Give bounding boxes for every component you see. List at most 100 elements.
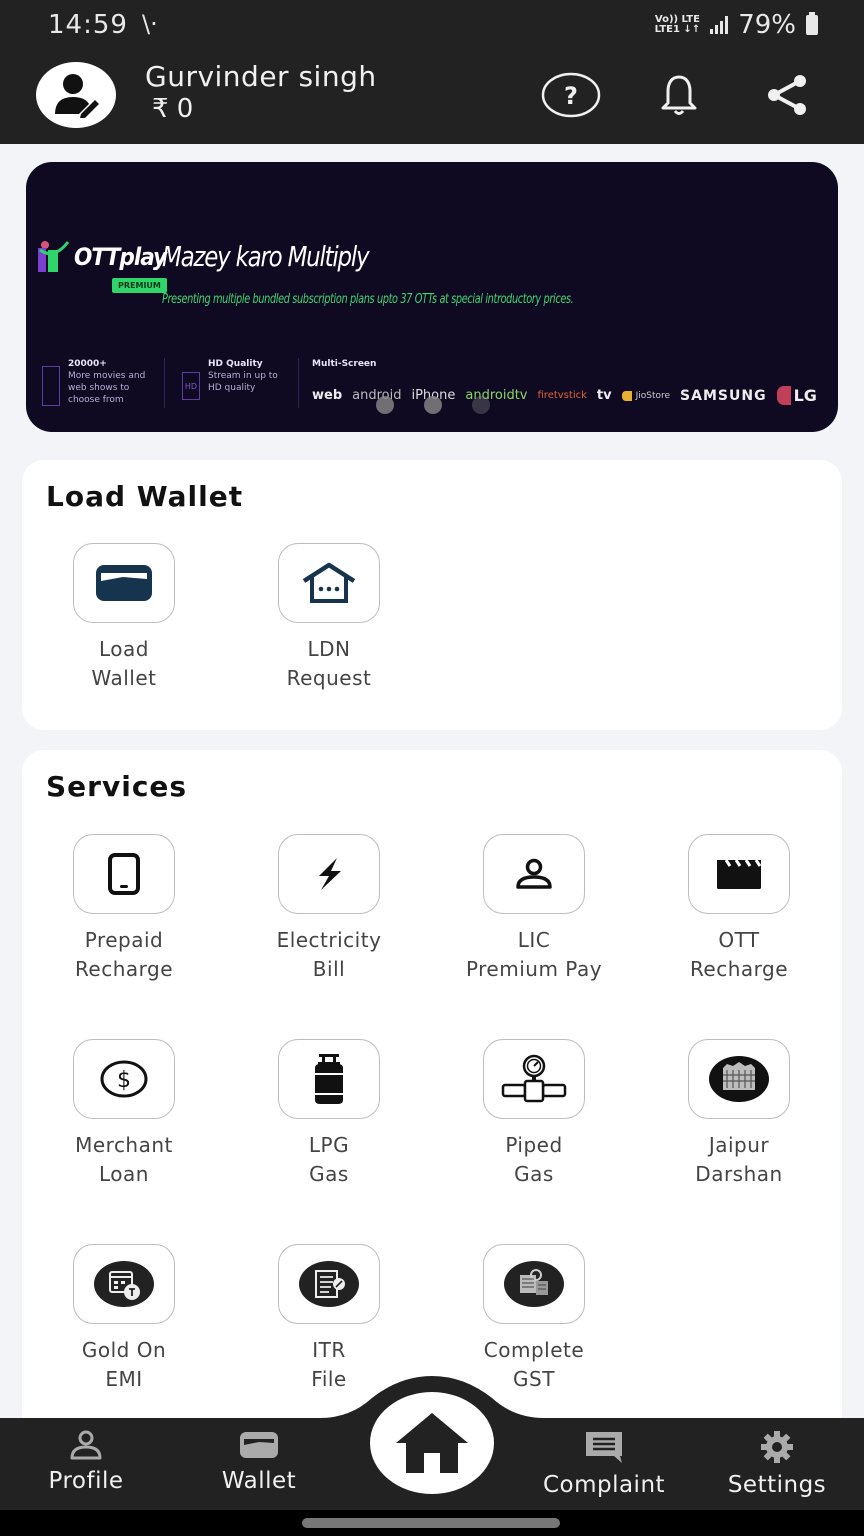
nav-label: Wallet: [221, 1468, 297, 1494]
tile-icon-box: [688, 1039, 790, 1119]
feature-title: Multi-Screen: [312, 359, 377, 369]
lightning-icon: [319, 858, 341, 890]
status-bar: 14:59 \· Vo)) LTE LTE1 ↓↑ 79%: [0, 0, 864, 52]
avatar[interactable]: [36, 62, 116, 128]
wallet-balance: ₹ 0: [152, 94, 194, 124]
nav-profile[interactable]: Profile: [16, 1430, 156, 1494]
battery-icon: [806, 12, 818, 35]
tile-itr-file[interactable]: ITR File: [249, 1244, 409, 1394]
tile-ldn-request[interactable]: LDN Request: [249, 543, 409, 693]
tile-icon-box: [73, 834, 175, 914]
tile-label: OTT Recharge: [689, 928, 789, 981]
tile-label: Piped Gas: [505, 1133, 563, 1186]
feature-divider: [164, 358, 165, 408]
tile-merchant-loan[interactable]: $ Merchant Loan: [44, 1039, 204, 1189]
tile-lic-premium-pay[interactable]: LIC Premium Pay: [454, 834, 614, 984]
network-type-icon: Vo)) LTE LTE1 ↓↑: [655, 15, 701, 35]
tile-prepaid-recharge[interactable]: Prepaid Recharge: [44, 834, 204, 984]
tile-icon-box: $: [73, 1039, 175, 1119]
tile-ott-recharge[interactable]: OTT Recharge: [659, 834, 819, 984]
help-button[interactable]: ?: [541, 70, 601, 120]
carousel-dot[interactable]: [376, 396, 394, 414]
tax-document-icon: [299, 1261, 359, 1307]
platform-jiostore: JioStore: [621, 390, 670, 401]
user-edit-icon: [55, 74, 99, 118]
feature-title: HD Quality: [208, 359, 263, 369]
tile-jaipur-darshan[interactable]: Jaipur Darshan: [659, 1039, 819, 1189]
tile-lpg-gas[interactable]: LPG Gas: [249, 1039, 409, 1189]
status-indicators: Vo)) LTE LTE1 ↓↑ 79%: [655, 10, 818, 40]
tile-label: Electricity Bill: [276, 928, 382, 981]
help-icon: ?: [541, 72, 601, 118]
nav-home-button[interactable]: [370, 1392, 494, 1494]
nav-complaint[interactable]: Complaint: [534, 1430, 674, 1498]
tile-label: Merchant Loan: [75, 1133, 173, 1186]
nav-wallet[interactable]: Wallet: [189, 1430, 329, 1494]
battery-percent: 79%: [738, 10, 796, 40]
clapperboard-icon: [717, 859, 762, 889]
carousel-dots: [376, 396, 490, 414]
services-title: Services: [46, 770, 188, 803]
gesture-home-indicator[interactable]: [302, 1518, 560, 1528]
nav-settings[interactable]: Settings: [707, 1430, 847, 1498]
wallet-card-icon: [96, 565, 152, 601]
notification-bell-icon: [661, 75, 697, 115]
notifications-button[interactable]: [649, 70, 709, 120]
feature-title: 20000+: [68, 359, 107, 369]
network-label-bottom: LTE1 ↓↑: [654, 24, 701, 35]
profile-icon: [70, 1430, 102, 1460]
tile-label: LIC Premium Pay: [465, 928, 603, 981]
tile-label: Prepaid Recharge: [74, 928, 174, 981]
tile-complete-gst[interactable]: Complete GST: [454, 1244, 614, 1394]
feature-divider: [298, 358, 299, 408]
tile-label: Load Wallet: [91, 637, 157, 690]
tile-icon-box: [688, 834, 790, 914]
load-wallet-card: Load Wallet Load Wallet LDN Request: [22, 460, 842, 730]
load-wallet-title: Load Wallet: [46, 480, 244, 513]
feature-text: More movies and web shows to choose from: [68, 371, 146, 405]
hawa-mahal-icon: [709, 1056, 769, 1102]
services-card: Services Prepaid Recharge Electricity Bi…: [22, 750, 842, 1450]
tile-icon-box: [278, 1244, 380, 1324]
carousel-dot[interactable]: [424, 396, 442, 414]
banner-title: Mazey karo Multiply: [162, 240, 370, 273]
tile-label: Gold On EMI: [81, 1338, 167, 1391]
status-time: 14:59: [48, 10, 128, 40]
platform-lg: LG: [776, 386, 817, 405]
nav-label: Profile: [48, 1468, 124, 1494]
ottplay-logo: OTTplay: [36, 238, 167, 276]
gas-cylinder-icon: [315, 1054, 343, 1104]
share-icon: [768, 75, 806, 115]
svg-text:?: ?: [564, 82, 578, 110]
hd-icon: HD: [182, 372, 200, 400]
tile-icon-box: [278, 834, 380, 914]
wallet-icon: [240, 1432, 278, 1458]
gas-pipe-gauge-icon: [501, 1054, 567, 1103]
house-icon: [302, 562, 356, 603]
carousel-dot[interactable]: [472, 396, 490, 414]
share-button[interactable]: [757, 70, 817, 120]
tile-icon-box: [73, 543, 175, 623]
gst-calculator-icon: [504, 1261, 564, 1307]
feature-hd-quality: HD Quality Stream in up to HD quality: [208, 358, 288, 394]
tile-gold-on-emi[interactable]: Gold On EMI: [44, 1244, 204, 1394]
platform-firetvstick: firetvstick: [537, 390, 587, 401]
tile-label: LPG Gas: [308, 1133, 350, 1186]
tile-piped-gas[interactable]: Piped Gas: [454, 1039, 614, 1189]
tile-load-wallet[interactable]: Load Wallet: [44, 543, 204, 693]
premium-badge: PREMIUM: [112, 278, 167, 293]
settings-gear-icon: [761, 1431, 793, 1463]
svg-text:$: $: [117, 1068, 131, 1093]
app-header: Gurvinder singh ₹ 0 ?: [0, 52, 864, 144]
banner-subtitle: Presenting multiple bundled subscription…: [162, 292, 574, 307]
home-icon: [396, 1413, 468, 1473]
feature-multi-screen: Multi-Screen: [312, 358, 376, 370]
tile-icon-box: [483, 1039, 585, 1119]
popcorn-icon: [42, 366, 60, 406]
promo-banner-ottplay[interactable]: OTTplay PREMIUM Mazey karo Multiply Pres…: [26, 162, 838, 432]
tile-icon-box: [278, 543, 380, 623]
tile-icon-box: [278, 1039, 380, 1119]
tile-icon-box: [483, 834, 585, 914]
tile-electricity-bill[interactable]: Electricity Bill: [249, 834, 409, 984]
tile-icon-box: [73, 1244, 175, 1324]
